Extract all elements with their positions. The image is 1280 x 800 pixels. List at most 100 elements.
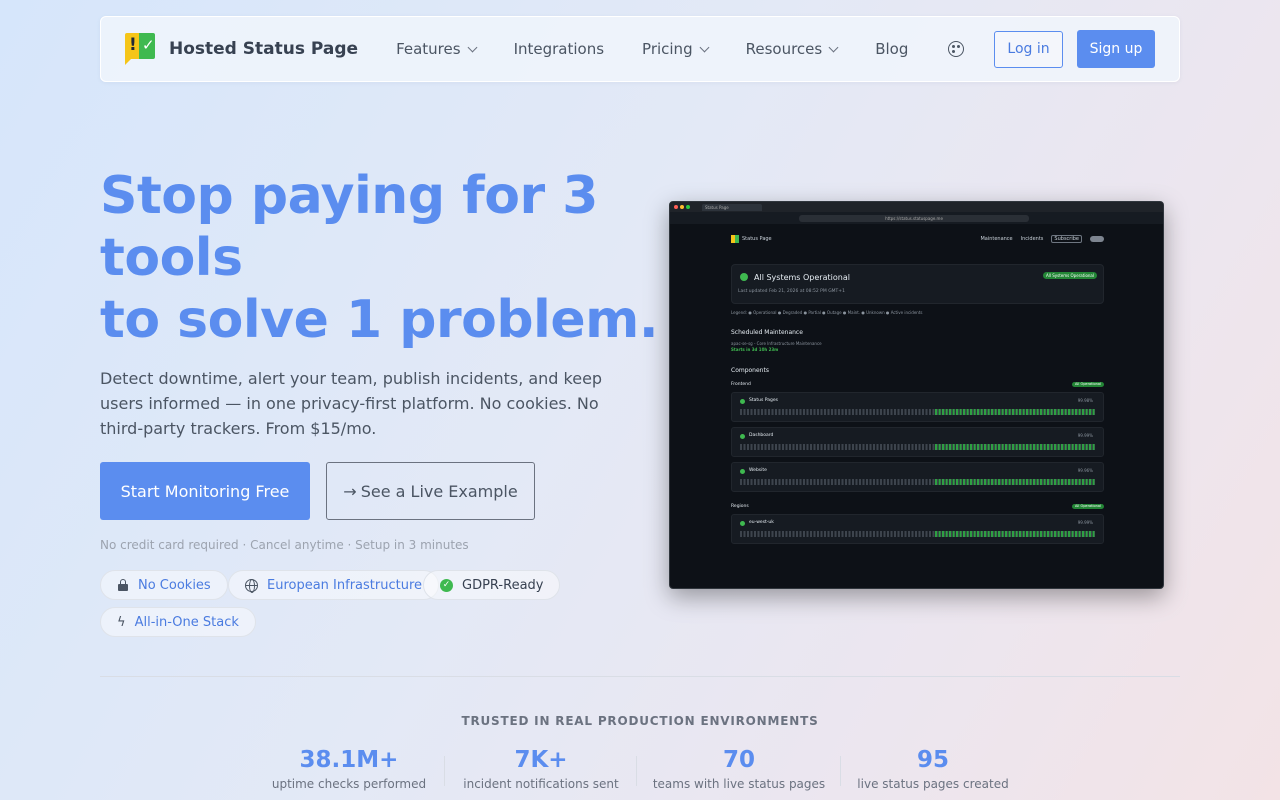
component-name: Status Pages <box>749 398 779 403</box>
stat-notifications: 7K+ incident notifications sent <box>451 746 631 791</box>
group-badge: All Operational <box>1072 504 1104 509</box>
stat-label: incident notifications sent <box>463 777 619 791</box>
preview-status-card: All Systems Operational Last updated Feb… <box>731 264 1104 304</box>
status-page-preview[interactable]: Status Page https://status.statuspage.me… <box>669 201 1164 589</box>
bolt-icon: ϟ <box>117 614 126 630</box>
globe-icon <box>245 578 258 593</box>
main-menu: Features Integrations Pricing Resources … <box>396 40 908 58</box>
stat-divider <box>444 756 445 786</box>
component-uptime: 99.96% <box>1077 468 1093 473</box>
menu-pricing[interactable]: Pricing <box>642 40 710 58</box>
stat-divider <box>636 756 637 786</box>
preview-content: Status Page Maintenance Incidents Subscr… <box>731 232 1104 544</box>
stat-value: 95 <box>916 747 949 773</box>
preview-tabbar: Status Page <box>670 202 1163 212</box>
preview-status-title: All Systems Operational <box>754 273 850 282</box>
group-name: Frontend <box>731 382 751 387</box>
menu-pricing-label: Pricing <box>642 40 693 58</box>
preview-header: Status Page Maintenance Incidents Subscr… <box>731 232 1104 246</box>
headline-line-2: tools <box>100 228 243 288</box>
menu-blog-label: Blog <box>875 40 909 58</box>
preview-component-row: Status Pages 99.98% <box>731 392 1104 422</box>
preview-nav-incidents: Incidents <box>1020 236 1044 242</box>
stat-teams: 70 teams with live status pages <box>644 746 834 791</box>
check-circle-icon: ✓ <box>440 578 453 592</box>
menu-blog[interactable]: Blog <box>875 40 908 58</box>
hero-headline: Stop paying for 3 tools to solve 1 probl… <box>100 165 660 351</box>
badge-label: European Infrastructure <box>267 577 423 593</box>
see-live-example-button[interactable]: → See a Live Example <box>326 462 535 520</box>
arrow-right-icon: → <box>343 481 357 501</box>
badge-label: No Cookies <box>138 577 211 593</box>
preview-tab: Status Page <box>702 203 762 211</box>
headline-line-1: Stop paying for 3 <box>100 166 598 226</box>
group-name: Regions <box>731 504 749 509</box>
preview-nav-subscribe: Subscribe <box>1051 235 1082 243</box>
badge-gdpr-ready: ✓ GDPR-Ready <box>423 570 561 600</box>
group-badge: All Operational <box>1072 382 1104 387</box>
preview-maintenance-item: apac-se-sg - Core Infrastructure Mainten… <box>731 341 1104 353</box>
login-button[interactable]: Log in <box>994 30 1063 68</box>
lock-icon <box>117 579 129 591</box>
nav-actions: Log in Sign up <box>948 30 1155 68</box>
preview-component-row: eu-west-uk 99.99% <box>731 514 1104 544</box>
menu-resources-label: Resources <box>745 40 823 58</box>
stat-divider <box>840 756 841 786</box>
chevron-down-icon <box>828 42 839 52</box>
stat-status-pages: 95 live status pages created <box>848 746 1018 791</box>
headline-line-3: to solve 1 problem. <box>100 290 659 350</box>
preview-group-regions: Regions All Operational <box>731 504 1104 509</box>
stat-value: 38.1M+ <box>299 747 399 773</box>
start-monitoring-button[interactable]: Start Monitoring Free <box>100 462 310 520</box>
badge-label: GDPR-Ready <box>462 577 544 593</box>
preview-last-updated: Last updated Feb 21, 2026 at 08:52 PM GM… <box>738 289 845 294</box>
see-live-example-label: See a Live Example <box>360 481 518 501</box>
preview-maintenance-heading: Scheduled Maintenance <box>731 329 803 336</box>
menu-resources[interactable]: Resources <box>745 40 839 58</box>
menu-integrations[interactable]: Integrations <box>514 40 604 58</box>
stat-label: teams with live status pages <box>652 777 826 791</box>
theme-palette-icon[interactable] <box>948 41 964 57</box>
preview-urlbar: https://status.statuspage.me <box>670 212 1163 224</box>
badge-european-infrastructure: European Infrastructure <box>228 570 440 600</box>
component-uptime: 99.99% <box>1077 520 1093 525</box>
badge-no-cookies: No Cookies <box>100 570 228 600</box>
hero-subtitle: Detect downtime, alert your team, publis… <box>100 369 603 438</box>
stat-value: 70 <box>722 747 755 773</box>
menu-features-label: Features <box>396 40 461 58</box>
top-navbar: ! ✓ Hosted Status Page Features Integrati… <box>100 16 1180 82</box>
menu-integrations-label: Integrations <box>513 40 605 58</box>
preview-url: https://status.statuspage.me <box>799 214 1029 222</box>
component-uptime: 99.99% <box>1077 433 1093 438</box>
preview-brand: Status Page <box>742 236 772 242</box>
stat-label: live status pages created <box>857 777 1009 791</box>
component-name: Website <box>749 468 767 473</box>
signup-button[interactable]: Sign up <box>1077 30 1155 68</box>
component-uptime: 99.98% <box>1077 398 1093 403</box>
chevron-down-icon <box>699 42 710 52</box>
fine-print: No credit card required · Cancel anytime… <box>100 538 469 552</box>
stat-label: uptime checks performed <box>271 777 427 791</box>
brand-name: Hosted Status Page <box>169 39 359 59</box>
preview-group-frontend: Frontend All Operational <box>731 382 1104 387</box>
preview-component-row: Dashboard 99.99% <box>731 427 1104 457</box>
preview-component-row: Website 99.96% <box>731 462 1104 492</box>
menu-features[interactable]: Features <box>396 40 478 58</box>
status-dot-icon <box>740 273 748 281</box>
badge-all-in-one: ϟ All-in-One Stack <box>100 607 256 637</box>
component-name: eu-west-uk <box>749 520 774 525</box>
preview-legend: Legend: ● Operational ● Degraded ● Parti… <box>731 310 923 315</box>
section-divider <box>100 676 1180 677</box>
preview-components-heading: Components <box>731 367 769 374</box>
preview-maintenance-countdown: Starts in 3d 10h 23m <box>731 347 779 352</box>
brand-link[interactable]: ! ✓ Hosted Status Page <box>125 33 358 65</box>
stats-heading: TRUSTED IN REAL PRODUCTION ENVIRONMENTS <box>461 714 819 728</box>
stat-value: 7K+ <box>514 747 568 773</box>
preview-status-badge: All Systems Operational <box>1043 272 1097 279</box>
stat-uptime-checks: 38.1M+ uptime checks performed <box>259 746 439 791</box>
logo-icon: ! ✓ <box>125 33 157 65</box>
component-name: Dashboard <box>749 433 774 438</box>
preview-nav-maintenance: Maintenance <box>980 236 1013 242</box>
preview-theme-toggle <box>1090 236 1104 242</box>
chevron-down-icon <box>467 42 478 52</box>
